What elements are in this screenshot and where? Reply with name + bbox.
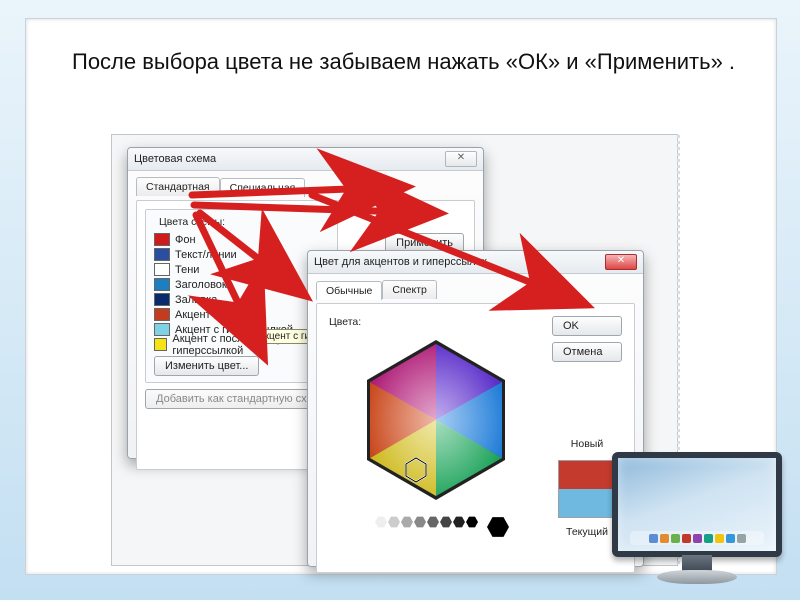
scheme-color-label: Заголовок bbox=[175, 279, 227, 291]
color-swatch bbox=[154, 263, 170, 276]
grayscale-swatch[interactable] bbox=[375, 516, 387, 528]
dialog-color-picker: Цвет для акцентов и гиперссылок ✕ Обычны… bbox=[307, 250, 644, 567]
grayscale-swatch[interactable] bbox=[453, 516, 465, 528]
dialog2-cancel-button[interactable]: Отмена bbox=[552, 342, 622, 362]
scheme-color-label: Заливка bbox=[175, 294, 217, 306]
monitor-base bbox=[657, 570, 737, 584]
grayscale-swatch[interactable] bbox=[388, 516, 400, 528]
scheme-color-item[interactable]: Заливка bbox=[154, 292, 329, 307]
dialog2-tabs: Обычные Спектр bbox=[316, 280, 635, 299]
dock-app-icon bbox=[649, 534, 658, 543]
colors-label: Цвета: bbox=[329, 316, 542, 328]
close-icon[interactable]: ✕ bbox=[445, 151, 477, 167]
preview-new-swatch bbox=[559, 461, 615, 489]
monitor-dock bbox=[630, 531, 764, 545]
dock-app-icon bbox=[671, 534, 680, 543]
picker-area: Цвета: bbox=[323, 310, 628, 544]
grayscale-swatch[interactable] bbox=[487, 516, 509, 538]
tab-normal[interactable]: Обычные bbox=[316, 281, 382, 300]
color-swatch bbox=[154, 278, 170, 291]
grayscale-swatch[interactable] bbox=[362, 516, 374, 528]
dock-app-icon bbox=[737, 534, 746, 543]
change-color-button[interactable]: Изменить цвет... bbox=[154, 356, 259, 376]
dialog1-title-text: Цветовая схема bbox=[134, 153, 445, 165]
grayscale-row[interactable] bbox=[329, 516, 542, 538]
color-swatch bbox=[154, 323, 170, 336]
slide: После выбора цвета не забываем нажать «О… bbox=[0, 0, 800, 600]
grayscale-swatch[interactable] bbox=[427, 516, 439, 528]
dock-app-icon bbox=[660, 534, 669, 543]
color-swatch bbox=[154, 338, 167, 351]
grayscale-swatch[interactable] bbox=[466, 516, 478, 528]
new-color-label: Новый bbox=[552, 438, 622, 450]
dialog2-body: Обычные Спектр Цвета: bbox=[308, 274, 643, 581]
color-swatch bbox=[154, 248, 170, 261]
dock-app-icon bbox=[704, 534, 713, 543]
scheme-color-item[interactable]: Фон bbox=[154, 232, 329, 247]
dialog2-titlebar[interactable]: Цвет для акцентов и гиперссылок ✕ bbox=[308, 251, 643, 274]
color-swatch bbox=[154, 308, 170, 321]
dialog1-titlebar[interactable]: Цветовая схема ✕ bbox=[128, 148, 483, 171]
tab-standard[interactable]: Стандартная bbox=[136, 177, 220, 196]
screenshot-area: Цветовая схема ✕ Стандартная Специальная… bbox=[111, 134, 678, 566]
scheme-color-label: Тени bbox=[175, 264, 199, 276]
dock-app-icon bbox=[682, 534, 691, 543]
scheme-color-label: Фон bbox=[175, 234, 196, 246]
color-swatch bbox=[154, 233, 170, 246]
dialog2-title-text: Цвет для акцентов и гиперссылок bbox=[314, 256, 605, 268]
tab-custom[interactable]: Специальная bbox=[220, 178, 306, 197]
dock-app-icon bbox=[726, 534, 735, 543]
picker-left: Цвета: bbox=[329, 316, 542, 538]
preview-current-swatch bbox=[559, 489, 615, 517]
dialog1-tabs: Стандартная Специальная bbox=[136, 177, 475, 196]
slide-title: После выбора цвета не забываем нажать «О… bbox=[72, 47, 752, 77]
scheme-colors-label: Цвета схемы: bbox=[156, 216, 228, 228]
scheme-color-item[interactable]: Акцент bbox=[154, 307, 329, 322]
monitor-screen bbox=[612, 452, 782, 557]
scheme-color-label: Акцент bbox=[175, 309, 211, 321]
ok-button[interactable]: OK bbox=[552, 316, 622, 336]
color-swatch bbox=[154, 293, 170, 306]
dock-app-icon bbox=[693, 534, 702, 543]
scheme-color-item[interactable]: Заголовок bbox=[154, 277, 329, 292]
scheme-color-item[interactable]: Тени bbox=[154, 262, 329, 277]
hex-color-wheel[interactable] bbox=[336, 330, 536, 510]
dock-app-icon bbox=[715, 534, 724, 543]
grayscale-swatch[interactable] bbox=[414, 516, 426, 528]
dialog2-panel: Цвета: bbox=[316, 303, 635, 573]
grayscale-swatch[interactable] bbox=[401, 516, 413, 528]
color-preview bbox=[558, 460, 616, 518]
grayscale-swatch[interactable] bbox=[440, 516, 452, 528]
scheme-color-label: Текст/линии bbox=[175, 249, 237, 261]
close-icon[interactable]: ✕ bbox=[605, 254, 637, 270]
tab-spectrum[interactable]: Спектр bbox=[382, 280, 436, 299]
decorative-monitor bbox=[612, 452, 782, 592]
scheme-color-item[interactable]: Текст/линии bbox=[154, 247, 329, 262]
